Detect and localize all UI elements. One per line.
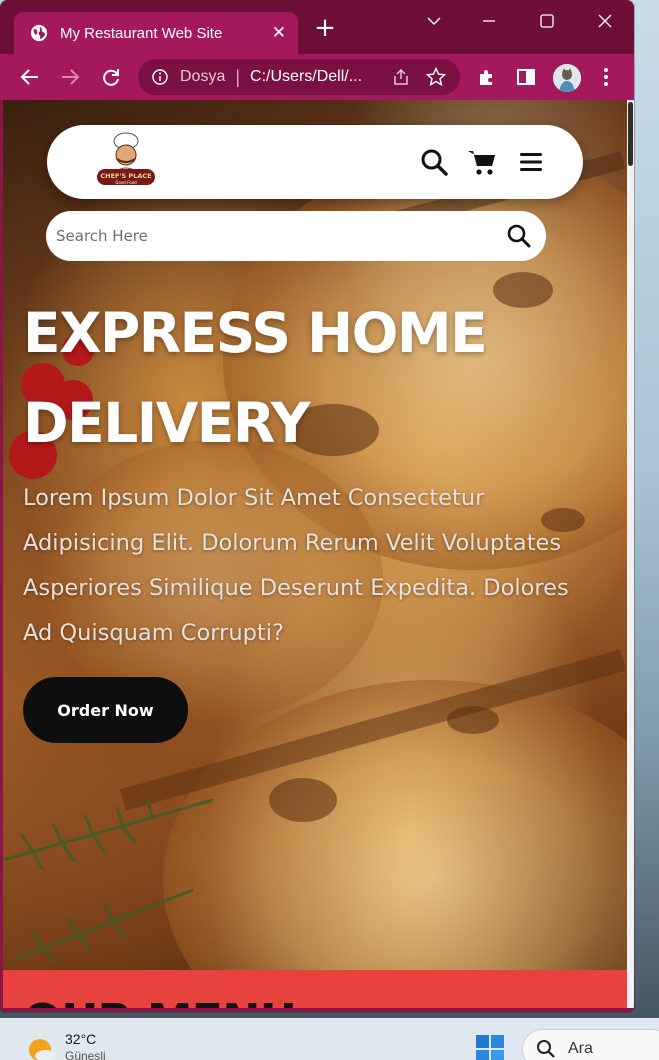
browser-toolbar: Dosya | C:/Users/Dell/... [0,54,634,100]
search-icon[interactable] [419,148,449,176]
back-arrow-icon[interactable] [16,63,44,91]
tab-close-icon[interactable]: ✕ [272,23,286,43]
more-menu-icon[interactable] [592,63,620,91]
weather-condition: Güneşli [65,1049,106,1060]
address-bar[interactable]: Dosya | C:/Users/Dell/... [138,59,460,95]
globe-icon [30,24,48,42]
profile-avatar[interactable] [553,64,581,92]
reload-icon[interactable] [97,63,125,91]
plus-icon[interactable]: + [313,15,337,41]
taskbar-search-icon [537,1040,555,1058]
search-input[interactable] [56,227,506,245]
share-icon[interactable] [392,68,410,86]
search-submit-icon[interactable] [506,223,532,249]
tab-title: My Restaurant Web Site [60,24,223,42]
taskbar-search-label: Ara [568,1040,593,1057]
side-panel-icon[interactable] [512,63,540,91]
browser-tab[interactable]: My Restaurant Web Site ✕ [14,12,298,54]
close-window-icon[interactable] [583,8,627,34]
logo-text: CHEF'S PLACE [100,172,151,180]
title-bar: My Restaurant Web Site ✕ + [0,0,634,54]
address-scheme: Dosya [180,68,226,85]
hero-headline: EXPRESS HOME DELIVERY [23,301,488,455]
star-icon[interactable] [426,67,446,87]
weather-temperature: 32°C [65,1031,97,1047]
page-viewport[interactable]: CHEF'S PLACE Good Food EXPRESS HOME DELI… [3,100,627,1008]
minimize-icon[interactable] [467,8,511,34]
browser-window: My Restaurant Web Site ✕ + Dosya | C:/Us… [0,0,634,1012]
search-bar [46,211,546,261]
cart-icon[interactable] [467,148,497,176]
order-now-button[interactable]: Order Now [23,677,188,743]
extensions-icon[interactable] [473,63,501,91]
windows-taskbar: 32°C Güneşli Ara [0,1018,659,1060]
windows-start-icon[interactable] [475,1034,505,1060]
logo-subtext: Good Food [115,180,137,185]
maximize-icon[interactable] [525,8,569,34]
menu-section-title: OUR MENU [23,994,297,1008]
menu-section: OUR MENU [3,970,627,1008]
hamburger-menu-icon[interactable] [517,148,547,176]
weather-sun-icon[interactable] [24,1034,58,1060]
scrollbar-thumb[interactable] [628,102,633,166]
taskbar-search[interactable]: Ara [522,1029,659,1060]
forward-arrow-icon[interactable] [56,63,84,91]
page-scrollbar[interactable] [627,100,634,1008]
chevron-down-icon[interactable] [412,8,456,34]
hero-section: CHEF'S PLACE Good Food EXPRESS HOME DELI… [3,100,627,970]
hero-description: Lorem Ipsum Dolor Sit Amet Consectetur A… [23,485,569,646]
site-navbar: CHEF'S PLACE Good Food [47,125,583,199]
address-url: C:/Users/Dell/... [250,68,363,85]
info-icon[interactable] [152,69,168,85]
address-separator: | [235,66,241,87]
chefs-place-logo[interactable]: CHEF'S PLACE Good Food [95,131,157,191]
